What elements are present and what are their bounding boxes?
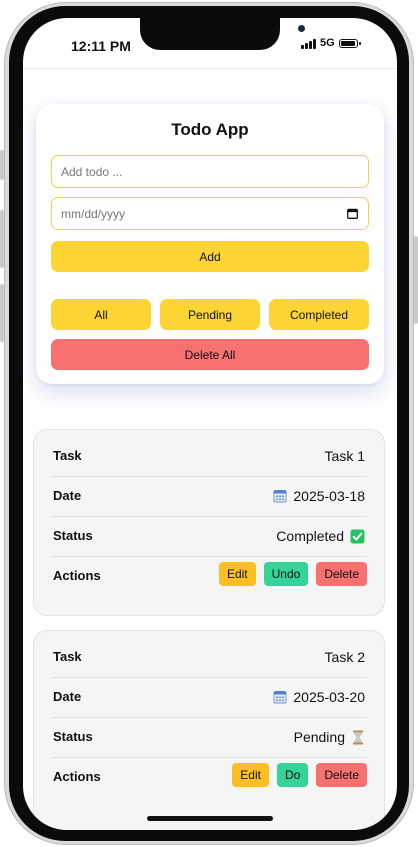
undo-button[interactable]: Undo bbox=[263, 562, 309, 586]
date-value: 2025-03-20 bbox=[273, 689, 365, 705]
edit-button[interactable]: Edit bbox=[218, 562, 256, 586]
filter-completed-label: Completed bbox=[289, 307, 349, 322]
home-indicator[interactable] bbox=[147, 816, 273, 821]
date-row: Date 2025-03-20 bbox=[51, 677, 367, 718]
mute-switch bbox=[0, 150, 4, 180]
front-camera-icon bbox=[298, 25, 305, 32]
actions-row: Actions Edit Undo Delete bbox=[51, 556, 367, 596]
add-button[interactable]: Add bbox=[51, 241, 369, 272]
action-buttons: Edit Do Delete bbox=[232, 763, 367, 787]
task-label: Task bbox=[53, 448, 82, 463]
filter-completed-button[interactable]: Completed bbox=[269, 299, 369, 330]
filter-all-button[interactable]: All bbox=[51, 299, 151, 330]
task-status: Completed bbox=[276, 528, 344, 544]
status-row: Status Pending bbox=[51, 717, 367, 758]
filter-pending-label: Pending bbox=[187, 307, 233, 322]
actions-label: Actions bbox=[53, 769, 101, 784]
task-card: Task Task 1 Date 2025-03-18 Status Compl… bbox=[33, 429, 385, 616]
signal-icon bbox=[301, 38, 316, 49]
add-button-label: Add bbox=[199, 249, 221, 264]
task-name: Task 2 bbox=[324, 649, 365, 665]
task-date: 2025-03-20 bbox=[293, 689, 365, 705]
delete-all-label: Delete All bbox=[184, 347, 236, 362]
todo-form-card: Todo App mm/dd/yyyy Add All Pending Comp… bbox=[36, 104, 384, 384]
network-type: 5G bbox=[320, 37, 335, 49]
do-button[interactable]: Do bbox=[276, 763, 309, 787]
date-value: 2025-03-18 bbox=[273, 488, 365, 504]
battery-icon bbox=[338, 38, 361, 48]
status-label: Status bbox=[53, 729, 93, 744]
check-box-icon bbox=[350, 529, 365, 543]
status-indicators: 5G bbox=[301, 37, 361, 49]
delete-button[interactable]: Delete bbox=[316, 763, 367, 787]
task-label: Task bbox=[53, 649, 82, 664]
actions-row: Actions Edit Do Delete bbox=[51, 757, 367, 797]
header-divider bbox=[23, 68, 397, 69]
power-button bbox=[414, 236, 418, 324]
filter-all-label: All bbox=[94, 307, 108, 322]
task-date: 2025-03-18 bbox=[293, 488, 365, 504]
phone-screen: 12:11 PM 5G Todo App mm/dd/yyyy Add All … bbox=[23, 18, 397, 830]
status-label: Status bbox=[53, 528, 93, 543]
calendar-icon[interactable] bbox=[347, 208, 358, 219]
task-name: Task 1 bbox=[324, 448, 365, 464]
edit-button[interactable]: Edit bbox=[232, 763, 269, 787]
date-label: Date bbox=[53, 689, 82, 704]
task-row: Task Task 1 bbox=[51, 436, 367, 477]
actions-label: Actions bbox=[53, 568, 101, 583]
date-placeholder: mm/dd/yyyy bbox=[61, 206, 126, 221]
notch bbox=[140, 18, 305, 50]
date-row: Date 2025-03-18 bbox=[51, 476, 367, 517]
filter-pending-button[interactable]: Pending bbox=[160, 299, 260, 330]
calendar-icon bbox=[273, 691, 287, 704]
status-value: Completed bbox=[276, 528, 365, 544]
date-label: Date bbox=[53, 488, 82, 503]
status-value: Pending bbox=[294, 729, 365, 745]
status-time: 12:11 PM bbox=[71, 38, 131, 54]
calendar-icon bbox=[273, 490, 287, 503]
volume-down-button bbox=[0, 284, 4, 342]
task-row: Task Task 2 bbox=[51, 637, 367, 678]
status-row: Status Completed bbox=[51, 516, 367, 557]
app-title: Todo App bbox=[171, 120, 249, 139]
delete-all-button[interactable]: Delete All bbox=[51, 339, 369, 370]
task-card: Task Task 2 Date 2025-03-20 Status Pendi… bbox=[33, 630, 385, 830]
task-status: Pending bbox=[293, 729, 345, 745]
date-input[interactable]: mm/dd/yyyy bbox=[51, 197, 369, 230]
action-buttons: Edit Undo Delete bbox=[218, 562, 367, 586]
todo-input[interactable] bbox=[51, 155, 369, 188]
volume-up-button bbox=[0, 210, 4, 268]
hourglass-icon bbox=[353, 730, 363, 744]
delete-button[interactable]: Delete bbox=[316, 562, 367, 586]
